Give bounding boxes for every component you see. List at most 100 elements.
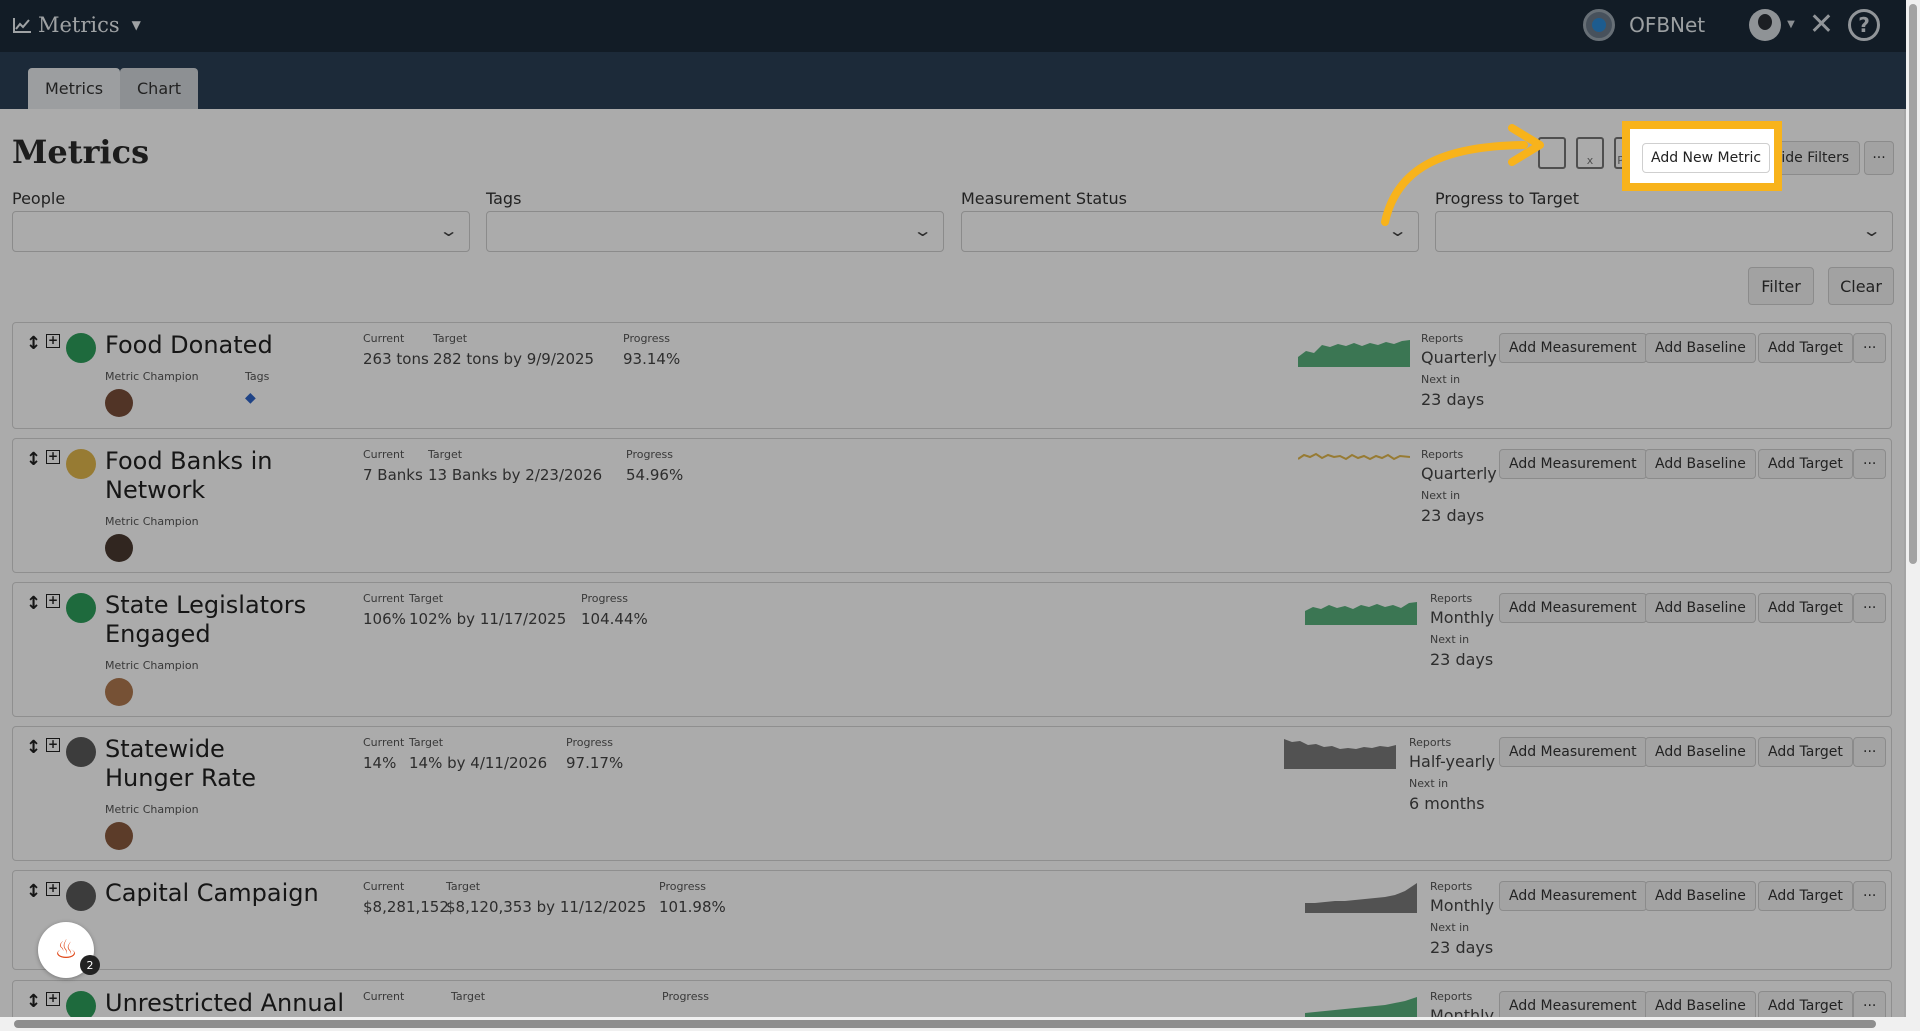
expand-icon[interactable]: + bbox=[46, 334, 60, 348]
sparkline bbox=[1305, 602, 1417, 625]
org-name[interactable]: OFBNet bbox=[1629, 13, 1705, 37]
row-more-button[interactable]: ··· bbox=[1853, 881, 1887, 911]
metric-name[interactable]: Food Donated bbox=[105, 331, 315, 360]
add-target-button[interactable]: Add Target bbox=[1758, 449, 1853, 479]
tab-metrics[interactable]: Metrics bbox=[28, 68, 121, 109]
current-label: Current bbox=[363, 736, 405, 749]
reports-value: Monthly bbox=[1430, 896, 1495, 915]
add-measurement-button[interactable]: Add Measurement bbox=[1499, 881, 1647, 911]
add-new-metric-button[interactable]: Add New Metric bbox=[1642, 143, 1771, 173]
progress-label: Progress bbox=[662, 990, 709, 1003]
metric-name[interactable]: State Legislators Engaged bbox=[105, 591, 315, 649]
horizontal-scrollbar[interactable] bbox=[0, 1017, 1906, 1031]
current-value: 263 tons bbox=[363, 350, 429, 368]
add-measurement-button[interactable]: Add Measurement bbox=[1499, 449, 1647, 479]
add-target-button[interactable]: Add Target bbox=[1758, 737, 1853, 767]
chevron-down-icon: ⌄ bbox=[1861, 221, 1882, 240]
add-measurement-button[interactable]: Add Measurement bbox=[1499, 737, 1647, 767]
vertical-scrollbar[interactable] bbox=[1906, 0, 1920, 1031]
metric-name[interactable]: Unrestricted Annual bbox=[105, 989, 405, 1017]
expand-icon[interactable]: + bbox=[46, 738, 60, 752]
avatar[interactable] bbox=[105, 678, 133, 706]
toolbar-more-button[interactable]: ··· bbox=[1864, 141, 1894, 175]
excel-export-icon[interactable]: x bbox=[1576, 137, 1604, 169]
target-value: 282 tons by 9/9/2025 bbox=[433, 350, 595, 368]
add-target-button[interactable]: Add Target bbox=[1758, 991, 1853, 1017]
people-select[interactable]: ⌄ bbox=[12, 211, 470, 252]
add-baseline-button[interactable]: Add Baseline bbox=[1645, 737, 1756, 767]
metric-name[interactable]: Capital Campaign bbox=[105, 879, 365, 908]
add-target-button[interactable]: Add Target bbox=[1758, 333, 1853, 363]
add-baseline-button[interactable]: Add Baseline bbox=[1645, 333, 1756, 363]
add-baseline-button[interactable]: Add Baseline bbox=[1645, 881, 1756, 911]
add-measurement-button[interactable]: Add Measurement bbox=[1499, 593, 1647, 623]
expand-icon[interactable]: + bbox=[46, 882, 60, 896]
user-avatar[interactable] bbox=[1749, 8, 1782, 41]
metric-row[interactable]: ↕ + Statewide Hunger Rate Metric Champio… bbox=[12, 726, 1892, 861]
tab-chart[interactable]: Chart bbox=[120, 68, 198, 109]
move-icon[interactable]: ↕ bbox=[26, 991, 41, 1012]
current-value: 106% bbox=[363, 610, 406, 628]
status-indicator bbox=[66, 991, 96, 1017]
move-icon[interactable]: ↕ bbox=[26, 333, 41, 354]
row-more-button[interactable]: ··· bbox=[1853, 737, 1887, 767]
next-in-value: 6 months bbox=[1409, 794, 1485, 813]
add-measurement-button[interactable]: Add Measurement bbox=[1499, 991, 1647, 1017]
top-navbar: Metrics ▼ OFBNet ▼ ✕ ? bbox=[0, 0, 1920, 52]
row-more-button[interactable]: ··· bbox=[1853, 333, 1887, 363]
row-more-button[interactable]: ··· bbox=[1853, 449, 1887, 479]
tag-icon[interactable]: ◆ bbox=[245, 390, 256, 406]
add-baseline-button[interactable]: Add Baseline bbox=[1645, 449, 1756, 479]
metric-name[interactable]: Food Banks in Network bbox=[105, 447, 315, 505]
metric-name[interactable]: Statewide Hunger Rate bbox=[105, 735, 315, 793]
metric-row[interactable]: ↕ + Unrestricted Annual Current Target P… bbox=[12, 980, 1892, 1017]
move-icon[interactable]: ↕ bbox=[26, 449, 41, 470]
tools-icon[interactable]: ✕ bbox=[1809, 7, 1834, 42]
avatar[interactable] bbox=[105, 822, 133, 850]
chevron-down-icon: ⌄ bbox=[912, 221, 933, 240]
sparkline bbox=[1305, 997, 1417, 1017]
add-measurement-button[interactable]: Add Measurement bbox=[1499, 333, 1647, 363]
status-indicator bbox=[66, 593, 96, 623]
filter-button[interactable]: Filter bbox=[1748, 267, 1814, 305]
tab-bar: Metrics Chart bbox=[0, 52, 1920, 109]
metric-row[interactable]: ↕ + Food Banks in Network Metric Champio… bbox=[12, 438, 1892, 573]
next-in-label: Next in bbox=[1421, 489, 1461, 502]
progress-value: 97.17% bbox=[566, 754, 624, 772]
next-in-value: 23 days bbox=[1421, 390, 1485, 409]
row-more-button[interactable]: ··· bbox=[1853, 593, 1887, 623]
move-icon[interactable]: ↕ bbox=[26, 737, 41, 758]
progress-value: 101.98% bbox=[659, 898, 726, 916]
org-logo[interactable] bbox=[1583, 8, 1616, 41]
add-target-button[interactable]: Add Target bbox=[1758, 593, 1853, 623]
target-label: Target bbox=[451, 990, 486, 1003]
filter-label-measurement-status: Measurement Status bbox=[961, 189, 1127, 208]
target-label: Target bbox=[409, 736, 444, 749]
expand-icon[interactable]: + bbox=[46, 992, 60, 1006]
add-baseline-button[interactable]: Add Baseline bbox=[1645, 593, 1756, 623]
expand-icon[interactable]: + bbox=[46, 450, 60, 464]
add-baseline-button[interactable]: Add Baseline bbox=[1645, 991, 1756, 1017]
current-label: Current bbox=[363, 332, 405, 345]
row-more-button[interactable]: ··· bbox=[1853, 991, 1887, 1017]
main-content: Metrics x PDF Hide Filters ··· People ⌄ … bbox=[0, 109, 1904, 1017]
next-in-label: Next in bbox=[1430, 921, 1470, 934]
caret-down-icon[interactable]: ▼ bbox=[1787, 19, 1795, 30]
avatar[interactable] bbox=[105, 534, 133, 562]
clear-button[interactable]: Clear bbox=[1828, 267, 1894, 305]
tags-select[interactable]: ⌄ bbox=[486, 211, 944, 252]
avatar[interactable] bbox=[105, 389, 133, 417]
reports-value: Monthly bbox=[1430, 608, 1495, 627]
expand-icon[interactable]: + bbox=[46, 594, 60, 608]
move-icon[interactable]: ↕ bbox=[26, 593, 41, 614]
add-target-button[interactable]: Add Target bbox=[1758, 881, 1853, 911]
metric-row[interactable]: ↕ + Food Donated Metric Champion Tags ◆ … bbox=[12, 322, 1892, 429]
status-indicator bbox=[66, 449, 96, 479]
next-in-label: Next in bbox=[1430, 633, 1470, 646]
measurement-status-select[interactable]: ⌄ bbox=[961, 211, 1419, 252]
metric-row[interactable]: ↕ + State Legislators Engaged Metric Cha… bbox=[12, 582, 1892, 717]
move-icon[interactable]: ↕ bbox=[26, 881, 41, 902]
help-icon[interactable]: ? bbox=[1848, 8, 1880, 41]
app-menu[interactable]: Metrics ▼ bbox=[12, 13, 141, 37]
metric-row[interactable]: ↕ + Capital Campaign Current $8,281,152 … bbox=[12, 870, 1892, 970]
